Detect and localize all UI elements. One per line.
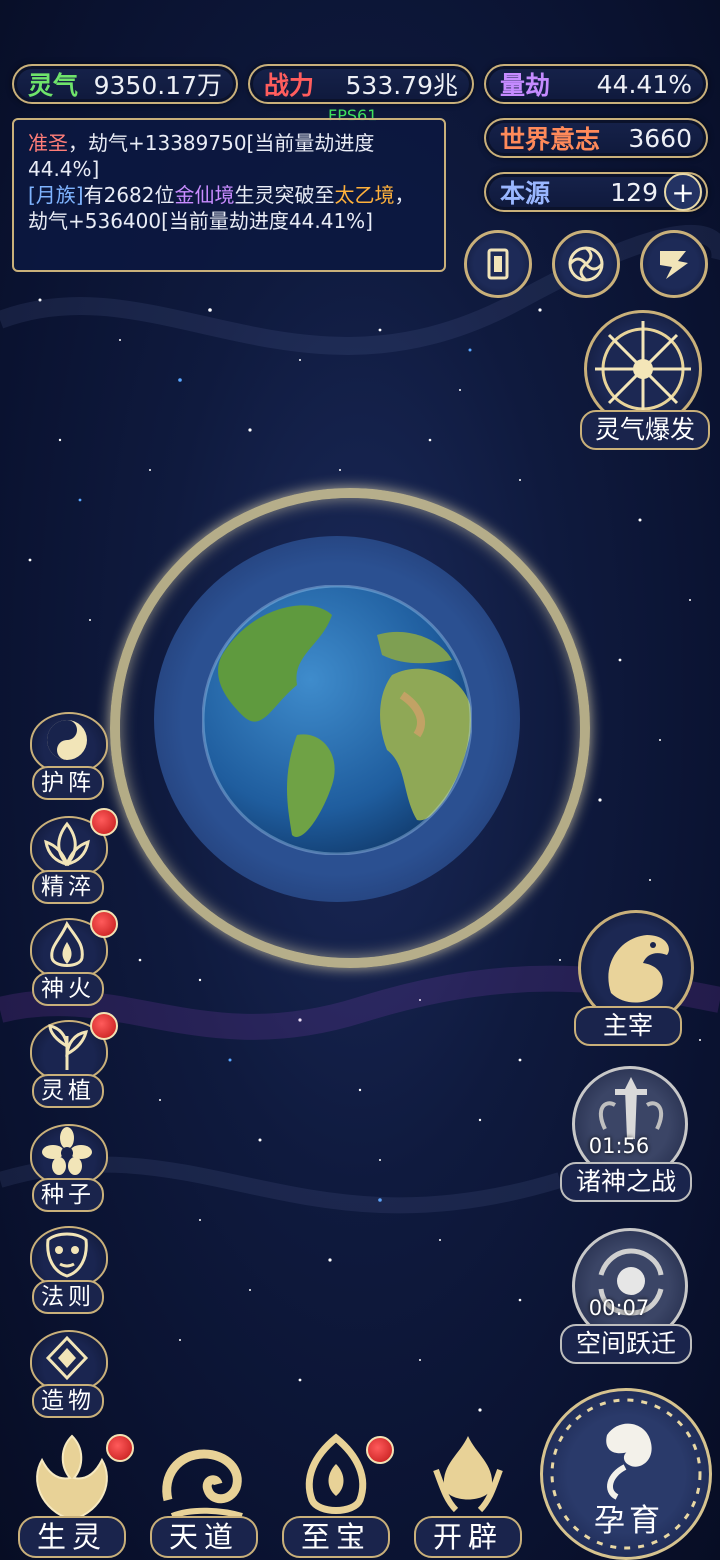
yunyu-button[interactable]: 孕育 — [540, 1388, 712, 1560]
nav-shengling-label: 生灵 — [18, 1516, 126, 1558]
menu-huzhen-label: 护阵 — [32, 766, 104, 800]
stat-liangjie: 量劫 44.41% — [484, 64, 708, 104]
notification-dot — [90, 1012, 118, 1040]
notification-dot — [106, 1434, 134, 1462]
lingqi-burst-button[interactable]: 灵气爆发 — [578, 310, 718, 450]
kongjian-label: 空间跃迁 — [560, 1324, 692, 1364]
vortex-button[interactable] — [552, 230, 620, 298]
nav-zhibao-button[interactable]: 至宝 — [278, 1430, 394, 1558]
notification-dot — [90, 808, 118, 836]
stat-world-will: 世界意志 3660 — [484, 118, 708, 158]
diamond-icon — [45, 1335, 89, 1381]
menu-faze-button[interactable]: 法则 — [26, 1222, 116, 1316]
stat-liangjie-label: 量劫 — [500, 71, 551, 100]
nav-kaipi-button[interactable]: 开辟 — [410, 1430, 526, 1558]
stat-lingqi-label: 灵气 — [28, 71, 79, 100]
flower-icon — [42, 1127, 92, 1175]
mask-icon — [46, 1232, 88, 1278]
menu-lingzhi-button[interactable]: 灵植 — [26, 1012, 118, 1110]
log-entry-text: ，劫气+13389750[当前量劫进度44.4%] — [28, 131, 375, 181]
card-button[interactable] — [464, 230, 532, 298]
kongjian-timer: 00:07 — [588, 1296, 650, 1320]
log-realm-to: 太乙境 — [334, 183, 395, 207]
fire-burst-icon — [433, 1436, 503, 1513]
vortex-icon — [568, 246, 604, 282]
log-entry-text: 生灵突破至 — [234, 183, 335, 207]
zhushen-label: 诸神之战 — [560, 1162, 692, 1202]
lingqi-burst-label: 灵气爆发 — [580, 410, 710, 450]
menu-zaowu-button[interactable]: 造物 — [26, 1326, 116, 1420]
stat-zhanli-value: 533.79兆 — [345, 71, 458, 100]
card-icon — [487, 248, 509, 280]
stat-benyuan-label: 本源 — [500, 179, 551, 208]
stat-world-will-label: 世界意志 — [500, 125, 601, 154]
earth-planet[interactable] — [202, 585, 472, 855]
log-race-name: [月族] — [28, 183, 84, 207]
flag-button[interactable] — [640, 230, 708, 298]
log-entry: [月族]有2682位金仙境生灵突破至太乙境，劫气+536400[当前量劫进度44… — [28, 182, 430, 234]
menu-shenhuo-button[interactable]: 神火 — [26, 910, 118, 1008]
stat-lingqi: 灵气 9350.17万 — [12, 64, 238, 104]
nav-zhibao-label: 至宝 — [282, 1516, 390, 1558]
menu-zaowu-label: 造物 — [32, 1384, 104, 1418]
kongjian-yueqian-button[interactable]: 00:07 空间跃迁 — [560, 1228, 702, 1364]
flag-icon — [660, 251, 688, 279]
menu-zhongzi-button[interactable]: 种子 — [26, 1120, 116, 1214]
menu-jingcui-button[interactable]: 精淬 — [26, 808, 118, 906]
menu-faze-label: 法则 — [32, 1280, 104, 1314]
stat-zhanli: 战力 533.79兆 — [248, 64, 474, 104]
stat-benyuan: 本源 129 + — [484, 172, 708, 212]
nav-kaipi-label: 开辟 — [414, 1516, 522, 1558]
zhuzai-button[interactable]: 主宰 — [568, 910, 708, 1046]
add-benyuan-button[interactable]: + — [664, 173, 702, 211]
zhushen-timer: 01:56 — [588, 1134, 650, 1158]
event-log: 准圣，劫气+13389750[当前量劫进度44.4%] [月族]有2682位金仙… — [12, 118, 446, 272]
menu-zhongzi-label: 种子 — [32, 1178, 104, 1212]
menu-jingcui-label: 精淬 — [32, 870, 104, 904]
stat-lingqi-value: 9350.17万 — [93, 71, 222, 100]
stat-zhanli-label: 战力 — [264, 71, 315, 100]
stat-world-will-value: 3660 — [628, 123, 692, 153]
yinyang-icon — [47, 720, 87, 760]
log-entry-text: 有2682位 — [83, 183, 175, 207]
cloud-swirl-icon — [162, 1449, 243, 1519]
nav-tiandao-label: 天道 — [150, 1516, 258, 1558]
zhuzai-label: 主宰 — [574, 1006, 682, 1046]
nav-tiandao-button[interactable]: 天道 — [146, 1430, 262, 1558]
menu-huzhen-button[interactable]: 护阵 — [26, 708, 116, 802]
menu-lingzhi-label: 灵植 — [32, 1074, 104, 1108]
notification-dot — [366, 1436, 394, 1464]
notification-dot — [90, 910, 118, 938]
yunyu-label: 孕育 — [594, 1503, 664, 1539]
menu-shenhuo-label: 神火 — [32, 972, 104, 1006]
stat-benyuan-value: 129 — [610, 177, 658, 207]
compass-burst-icon — [595, 321, 691, 417]
zhushen-zhizhan-button[interactable]: 01:56 诸神之战 — [560, 1066, 702, 1202]
log-realm-from: 金仙境 — [174, 183, 235, 207]
nav-shengling-button[interactable]: 生灵 — [14, 1430, 134, 1558]
log-entry-title: 准圣 — [28, 131, 68, 155]
stat-liangjie-value: 44.41% — [596, 69, 692, 99]
log-entry: 准圣，劫气+13389750[当前量劫进度44.4%] — [28, 130, 430, 182]
